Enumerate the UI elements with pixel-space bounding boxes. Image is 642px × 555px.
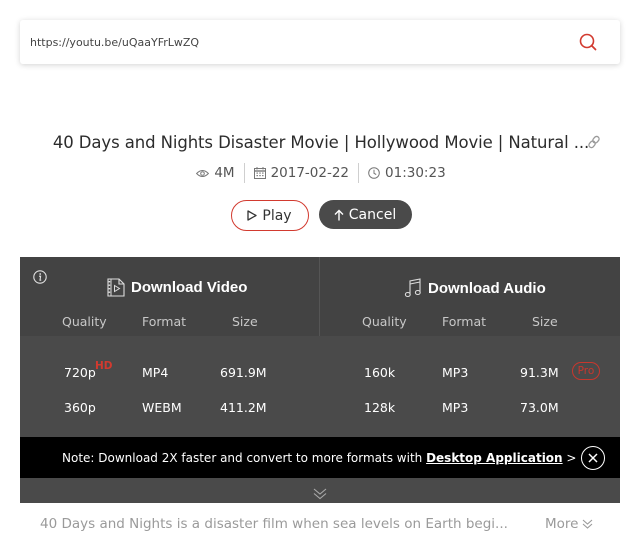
- download-video-header: Download Video: [107, 278, 247, 297]
- date-value: 2017-02-22: [270, 165, 350, 181]
- note-suffix: >: [562, 450, 577, 465]
- audio-size[interactable]: 91.3M: [520, 365, 559, 380]
- double-chevron-down-icon: [583, 519, 593, 529]
- video-size[interactable]: 691.9M: [220, 365, 267, 380]
- expand-more-formats[interactable]: [313, 485, 327, 504]
- video-format[interactable]: WEBM: [142, 400, 182, 415]
- video-size[interactable]: 411.2M: [220, 400, 267, 415]
- eye-icon: [196, 169, 210, 177]
- search-icon: [579, 33, 597, 51]
- music-note-icon: [404, 278, 421, 298]
- download-audio-header: Download Audio: [404, 278, 546, 298]
- hd-badge: HD: [95, 360, 113, 372]
- link-icon[interactable]: [588, 134, 600, 153]
- desktop-application-link[interactable]: Desktop Application: [426, 451, 563, 465]
- note-prefix: Note: Download 2X faster and convert to …: [62, 450, 427, 465]
- desktop-app-note: Note: Download 2X faster and convert to …: [20, 437, 620, 478]
- audio-col-size: Size: [532, 314, 558, 329]
- video-duration: 01:30:23: [359, 165, 455, 181]
- video-col-format: Format: [142, 314, 187, 329]
- play-button[interactable]: Play: [230, 200, 309, 231]
- search-button[interactable]: [568, 20, 608, 64]
- download-panel: Download Video Quality Format Size Downl…: [20, 257, 620, 503]
- video-title: 40 Days and Nights Disaster Movie | Holl…: [52, 132, 590, 152]
- url-input[interactable]: [20, 20, 568, 64]
- note-text: Note: Download 2X faster and convert to …: [62, 451, 576, 465]
- info-icon[interactable]: [33, 269, 47, 288]
- more-button[interactable]: More: [545, 516, 593, 532]
- more-label: More: [545, 516, 579, 532]
- pro-badge: Pro: [572, 362, 600, 380]
- close-icon: [588, 453, 598, 463]
- cancel-label: Cancel: [348, 206, 397, 223]
- url-search-bar: [20, 20, 620, 64]
- audio-format[interactable]: MP3: [442, 400, 468, 415]
- duration-value: 01:30:23: [385, 165, 446, 181]
- play-icon: [247, 210, 258, 221]
- video-title-row: 40 Days and Nights Disaster Movie | Holl…: [0, 128, 642, 156]
- video-meta: 4M 2017-02-22 01:30:23: [0, 162, 642, 184]
- audio-col-format: Format: [442, 314, 487, 329]
- video-quality[interactable]: 360p: [64, 400, 96, 415]
- download-video-title: Download Video: [131, 279, 248, 296]
- video-col-size: Size: [232, 314, 258, 329]
- close-note-button[interactable]: [581, 446, 605, 470]
- calendar-icon: [253, 167, 266, 179]
- audio-format[interactable]: MP3: [442, 365, 468, 380]
- cancel-button[interactable]: Cancel: [318, 200, 412, 229]
- video-file-icon: [107, 278, 125, 297]
- play-label: Play: [262, 207, 292, 224]
- audio-quality[interactable]: 160k: [364, 365, 395, 380]
- download-audio-title: Download Audio: [428, 279, 546, 297]
- views-count: 4M: [187, 165, 243, 181]
- audio-col-quality: Quality: [362, 314, 407, 329]
- audio-size[interactable]: 73.0M: [520, 400, 559, 415]
- video-quality[interactable]: 720p: [64, 365, 96, 380]
- video-col-quality: Quality: [62, 314, 107, 329]
- double-chevron-down-icon: [313, 488, 327, 500]
- action-buttons: Play Cancel: [0, 200, 642, 231]
- video-format[interactable]: MP4: [142, 365, 168, 380]
- audio-quality[interactable]: 128k: [364, 400, 395, 415]
- clock-icon: [368, 167, 380, 179]
- views-value: 4M: [214, 165, 235, 181]
- arrow-up-icon: [334, 209, 344, 220]
- upload-date: 2017-02-22: [245, 165, 358, 181]
- video-description: 40 Days and Nights is a disaster film wh…: [40, 516, 508, 532]
- panel-divider: [319, 257, 320, 336]
